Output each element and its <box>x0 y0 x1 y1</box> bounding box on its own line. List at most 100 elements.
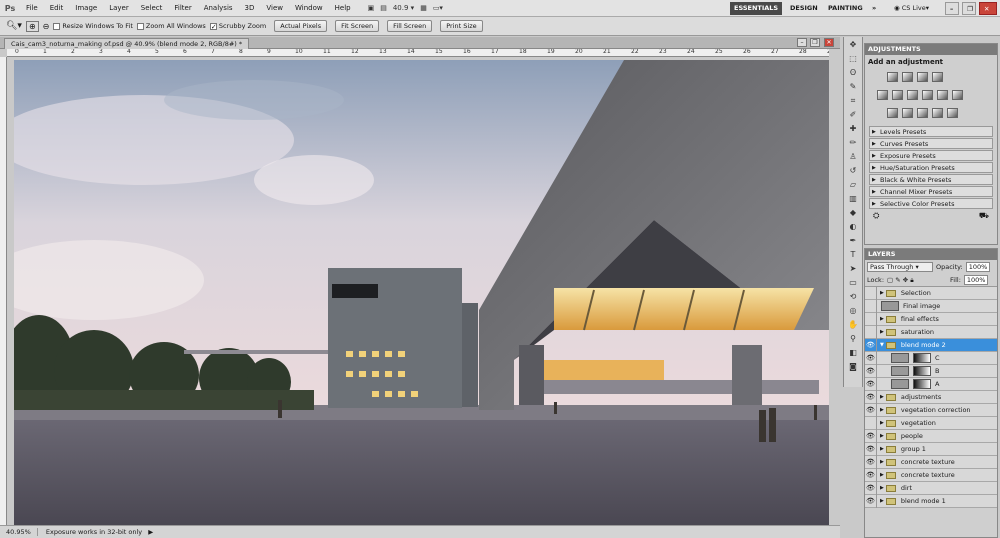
layer-row[interactable]: ▶ saturation <box>865 325 997 339</box>
layer-mask-thumbnail[interactable] <box>913 379 931 389</box>
curves-icon[interactable] <box>917 72 928 82</box>
threshold-icon[interactable] <box>917 108 928 118</box>
brush-tool-icon[interactable]: ✏ <box>846 137 860 149</box>
menu-file[interactable]: File <box>20 4 44 12</box>
type-tool-icon[interactable]: T <box>846 249 860 261</box>
group-expand-icon[interactable]: ▶ <box>880 290 884 296</box>
menu-image[interactable]: Image <box>69 4 103 12</box>
marquee-tool-icon[interactable]: ⬚ <box>846 53 860 65</box>
visibility-eye-icon[interactable]: 👁︎ <box>865 390 877 404</box>
levels-icon[interactable] <box>902 72 913 82</box>
gradient-map-icon[interactable] <box>932 108 943 118</box>
visibility-eye-icon[interactable] <box>865 299 877 313</box>
3d-orbit-icon[interactable]: ◎ <box>846 305 860 317</box>
group-expand-icon[interactable]: ▶ <box>880 472 884 478</box>
status-zoom[interactable]: 40.95% <box>0 528 38 536</box>
preset-item[interactable]: Channel Mixer Presets <box>869 186 993 197</box>
preset-item[interactable]: Curves Presets <box>869 138 993 149</box>
visibility-eye-icon[interactable]: 👁︎ <box>865 442 877 456</box>
workspace-essentials[interactable]: ESSENTIALS <box>730 2 783 15</box>
group-expand-icon[interactable]: ▶ <box>880 420 884 426</box>
layer-mask-thumbnail[interactable] <box>913 353 931 363</box>
selective-color-icon[interactable] <box>947 108 958 118</box>
visibility-eye-icon[interactable]: 👁︎ <box>865 338 877 352</box>
color-balance-icon[interactable] <box>907 90 918 100</box>
brightness-contrast-icon[interactable] <box>887 72 898 82</box>
close-button[interactable]: ✕ <box>979 2 997 15</box>
lock-icons[interactable]: ▢ ✎ ✥ 🔒︎ <box>887 276 947 285</box>
visibility-eye-icon[interactable]: 👁︎ <box>865 403 877 417</box>
bridge-icon[interactable]: ▣ <box>365 4 378 12</box>
clip-to-layer-icon[interactable]: ⛭ <box>873 211 879 221</box>
menu-layer[interactable]: Layer <box>103 4 135 12</box>
zoom-out-icon[interactable]: ⊖ <box>43 22 50 31</box>
actual-pixels-button[interactable]: Actual Pixels <box>274 20 328 32</box>
workspace-painting[interactable]: PAINTING <box>824 2 867 15</box>
print-size-button[interactable]: Print Size <box>440 20 483 32</box>
exposure-icon[interactable] <box>932 72 943 82</box>
group-expand-icon[interactable]: ▶ <box>880 446 884 452</box>
group-expand-icon[interactable]: ▶ <box>880 316 884 322</box>
visibility-eye-icon[interactable] <box>865 416 877 430</box>
visibility-eye-icon[interactable]: 👁︎ <box>865 429 877 443</box>
menu-window[interactable]: Window <box>289 4 329 12</box>
group-expand-icon[interactable]: ▶ <box>880 433 884 439</box>
doc-minimize-button[interactable]: – <box>797 38 807 47</box>
cs-live-button[interactable]: ◉ CS Live▾ <box>890 2 933 15</box>
scrubby-zoom-checkbox[interactable]: Scrubby Zoom <box>209 22 266 30</box>
path-select-icon[interactable]: ➤ <box>846 263 860 275</box>
hand-tool-icon[interactable]: ✋ <box>846 319 860 331</box>
zoom-in-icon[interactable]: ⊕ <box>25 20 39 32</box>
group-expand-icon[interactable]: ▶ <box>880 394 884 400</box>
blur-tool-icon[interactable]: ◆ <box>846 207 860 219</box>
menu-select[interactable]: Select <box>135 4 169 12</box>
blend-mode-dropdown[interactable]: Pass Through ▾ <box>867 262 933 272</box>
visibility-eye-icon[interactable]: 👁︎ <box>865 468 877 482</box>
group-expand-icon[interactable]: ▶ <box>880 485 884 491</box>
panel-options-icon[interactable]: ⛟ <box>979 211 989 221</box>
move-tool-icon[interactable]: ✥ <box>846 39 860 51</box>
menu-filter[interactable]: Filter <box>168 4 197 12</box>
document-tab[interactable]: Cais_cam3_noturna_making of.psd @ 40.9% … <box>4 38 250 49</box>
quick-mask-icon[interactable]: ◙ <box>846 361 860 373</box>
clone-stamp-icon[interactable]: ♙ <box>846 151 860 163</box>
zoom-level-dropdown[interactable]: 40.9 ▾ <box>390 4 417 12</box>
status-menu-icon[interactable]: ▶ <box>144 528 153 536</box>
arrange-documents-icon[interactable]: ▦ <box>417 4 430 12</box>
preset-item[interactable]: Hue/Saturation Presets <box>869 162 993 173</box>
layer-row[interactable]: ▶ Selection <box>865 286 997 300</box>
layer-row[interactable]: ▶ final effects <box>865 312 997 326</box>
shape-tool-icon[interactable]: ▭ <box>846 277 860 289</box>
resize-windows-checkbox[interactable]: Resize Windows To Fit <box>53 22 133 30</box>
group-expand-icon[interactable]: ▶ <box>880 459 884 465</box>
layer-row[interactable]: 👁︎ ▶ adjustments <box>865 390 997 404</box>
healing-brush-icon[interactable]: ✚ <box>846 123 860 135</box>
document-canvas[interactable] <box>14 60 829 525</box>
layer-row[interactable]: 👁︎ ▶ group 1 <box>865 442 997 456</box>
visibility-eye-icon[interactable]: 👁︎ <box>865 364 877 378</box>
layer-row[interactable]: 👁︎ ▶ people <box>865 429 997 443</box>
posterize-icon[interactable] <box>902 108 913 118</box>
layer-row[interactable]: 👁︎ ▶ dirt <box>865 481 997 495</box>
eyedropper-tool-icon[interactable]: ✐ <box>846 109 860 121</box>
layer-mask-thumbnail[interactable] <box>913 366 931 376</box>
dodge-tool-icon[interactable]: ◐ <box>846 221 860 233</box>
layer-row[interactable]: 👁︎ ▶ concrete texture <box>865 468 997 482</box>
minibridge-icon[interactable]: ▤ <box>377 4 390 12</box>
fill-screen-button[interactable]: Fill Screen <box>387 20 433 32</box>
preset-item[interactable]: Levels Presets <box>869 126 993 137</box>
menu-view[interactable]: View <box>260 4 289 12</box>
group-expand-icon[interactable]: ▶ <box>880 498 884 504</box>
pen-tool-icon[interactable]: ✒ <box>846 235 860 247</box>
menu-3d[interactable]: 3D <box>239 4 261 12</box>
opacity-field[interactable]: 100% <box>965 262 991 272</box>
preset-item[interactable]: Selective Color Presets <box>869 198 993 209</box>
group-expand-icon[interactable]: ▼ <box>880 342 884 348</box>
channel-mixer-icon[interactable] <box>952 90 963 100</box>
visibility-eye-icon[interactable]: 👁︎ <box>865 377 877 391</box>
visibility-eye-icon[interactable]: 👁︎ <box>865 351 877 365</box>
history-brush-icon[interactable]: ↺ <box>846 165 860 177</box>
menu-analysis[interactable]: Analysis <box>198 4 239 12</box>
workspace-design[interactable]: DESIGN <box>786 2 822 15</box>
layer-row[interactable]: 👁︎ B <box>865 364 997 378</box>
